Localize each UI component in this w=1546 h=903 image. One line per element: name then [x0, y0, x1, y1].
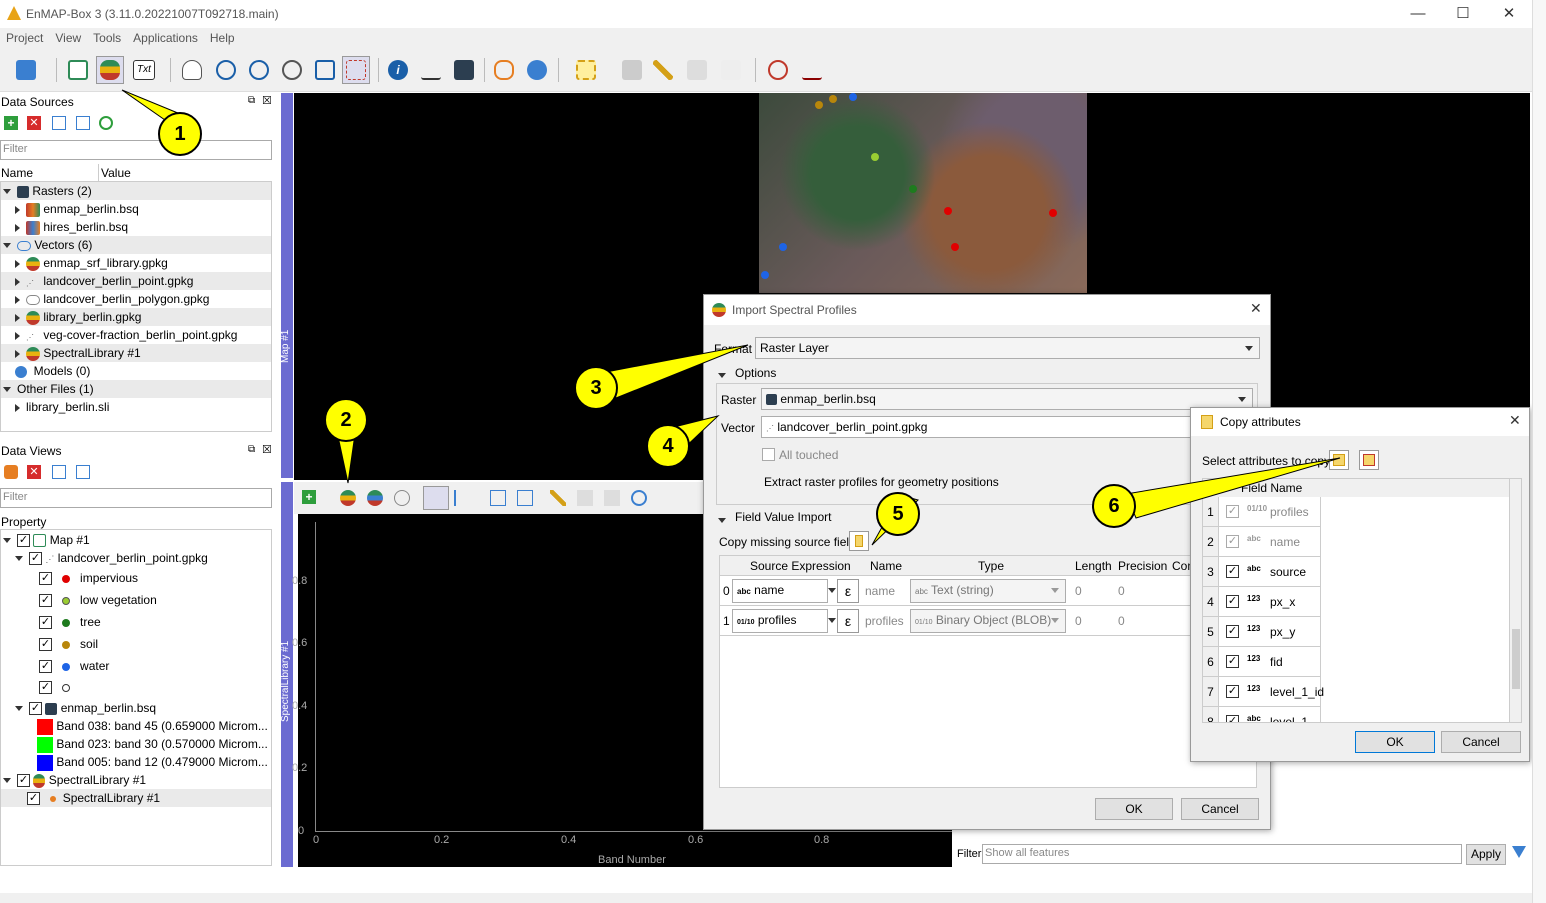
callout-5: 5: [876, 492, 920, 536]
right-edge-panel: [1532, 0, 1546, 903]
callout-3: 3: [574, 366, 618, 410]
callout-4: 4: [646, 424, 690, 468]
callout-1: 1: [158, 112, 202, 156]
status-bar: [0, 893, 1532, 903]
callout-2: 2: [324, 398, 368, 442]
callout-pointers: [121, 89, 1341, 546]
callout-6: 6: [1092, 484, 1136, 528]
